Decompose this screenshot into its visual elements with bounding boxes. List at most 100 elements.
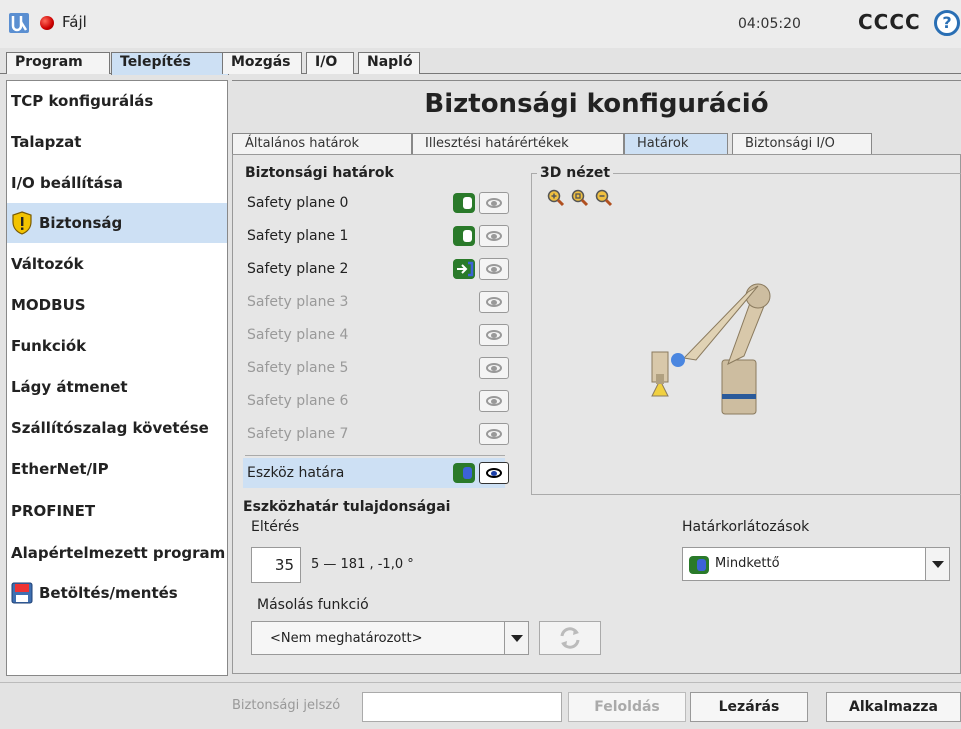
visibility-eye-icon[interactable]	[479, 423, 509, 445]
safety-plane-label: Safety plane 3	[247, 294, 349, 310]
safety-plane-row[interactable]: Safety plane 5	[243, 353, 509, 383]
sidebar-item-label: MODBUS	[11, 296, 86, 314]
sidebar-item-label: Funkciók	[11, 337, 87, 355]
sub-tabs: Általános határok Illesztési határértéke…	[232, 133, 961, 155]
mode-switch-icon[interactable]	[453, 259, 475, 279]
robot-name: CCCC	[858, 10, 921, 34]
deviation-label: Eltérés	[251, 519, 300, 535]
boundaries-panel: Biztonsági határok Safety plane 0 Safety…	[232, 154, 961, 674]
limit-restrictions-value: Mindkettő	[715, 556, 780, 571]
tab-safety-io[interactable]: Biztonsági I/O	[732, 133, 872, 155]
sidebar-item-ethernet-ip[interactable]: EtherNet/IP	[7, 449, 227, 489]
robot-status-icon[interactable]	[40, 16, 54, 30]
tool-limit-label: Eszköz határa	[247, 465, 345, 481]
deviation-range: 5 — 181 , -1,0 °	[311, 557, 414, 572]
main-content: Biztonsági konfiguráció Általános határo…	[232, 80, 961, 676]
clock: 04:05:20	[738, 16, 801, 32]
sidebar-item-profinet[interactable]: PROFINET	[7, 491, 227, 531]
main-tabs: Program Telepítés Mozgás I/O Napló	[0, 50, 961, 75]
sidebar-item-label: PROFINET	[11, 502, 96, 520]
sidebar-item-mounting[interactable]: Talapzat	[7, 122, 227, 162]
deviation-input[interactable]: 35	[251, 547, 301, 583]
safety-plane-label: Safety plane 1	[247, 228, 349, 244]
copy-feature-select[interactable]: <Nem meghatározott>	[251, 621, 529, 655]
copy-feature-value: <Nem meghatározott>	[270, 631, 423, 646]
safety-plane-label: Safety plane 0	[247, 195, 349, 211]
tool-limit-row[interactable]: Eszköz határa	[243, 458, 509, 488]
tool-limit-properties-title: Eszközhatár tulajdonságai	[243, 499, 451, 515]
sidebar-item-label: I/O beállítása	[11, 174, 123, 192]
tab-move[interactable]: Mozgás	[222, 52, 302, 74]
ur-logo-icon	[9, 13, 29, 33]
visibility-eye-icon[interactable]	[479, 192, 509, 214]
sidebar-item-label: EtherNet/IP	[11, 460, 109, 478]
chevron-down-icon[interactable]	[504, 622, 528, 654]
refresh-icon	[560, 627, 580, 649]
sidebar-item-tcp[interactable]: TCP konfigurálás	[7, 81, 227, 121]
sidebar-item-load-save[interactable]: Betöltés/mentés	[7, 575, 227, 611]
zoom-in-icon[interactable]	[547, 189, 565, 207]
safety-plane-row[interactable]: Safety plane 3	[243, 287, 509, 317]
safety-plane-row[interactable]: Safety plane 0	[243, 188, 509, 218]
sidebar-item-features[interactable]: Funkciók	[7, 326, 227, 366]
file-menu[interactable]: Fájl	[62, 13, 87, 31]
sidebar-item-default-program[interactable]: Alapértelmezett program	[7, 531, 227, 575]
safety-password-input[interactable]	[362, 692, 562, 722]
sidebar: TCP konfigurálás Talapzat I/O beállítása…	[6, 80, 228, 676]
safety-plane-row[interactable]: Safety plane 4	[243, 320, 509, 350]
sidebar-item-io-setup[interactable]: I/O beállítása	[7, 163, 227, 203]
safety-plane-label: Safety plane 7	[247, 426, 349, 442]
safety-plane-label: Safety plane 6	[247, 393, 349, 409]
sidebar-item-smooth-transition[interactable]: Lágy átmenet	[7, 367, 227, 407]
sidebar-item-variables[interactable]: Változók	[7, 244, 227, 284]
zoom-out-icon[interactable]	[595, 189, 613, 207]
3d-view[interactable]	[531, 173, 961, 495]
chevron-down-icon[interactable]	[925, 548, 949, 580]
zoom-fit-icon[interactable]	[571, 189, 589, 207]
save-disk-icon	[11, 582, 33, 604]
tab-general-limits[interactable]: Általános határok	[232, 133, 412, 155]
page-title: Biztonsági konfiguráció	[424, 89, 769, 119]
tab-boundaries[interactable]: Határok	[624, 133, 728, 155]
visibility-eye-icon[interactable]	[479, 462, 509, 484]
safety-limits-title: Biztonsági határok	[245, 165, 394, 181]
limit-restrictions-select[interactable]: Mindkettő	[682, 547, 950, 581]
safety-plane-row[interactable]: Safety plane 1	[243, 221, 509, 251]
plane-toggle-icon[interactable]	[453, 226, 475, 246]
sidebar-item-modbus[interactable]: MODBUS	[7, 285, 227, 325]
plane-toggle-icon[interactable]	[453, 193, 475, 213]
visibility-eye-icon[interactable]	[479, 291, 509, 313]
visibility-eye-icon[interactable]	[479, 324, 509, 346]
sidebar-item-label: Talapzat	[11, 133, 82, 151]
sidebar-item-safety[interactable]: Biztonság	[7, 203, 227, 243]
sidebar-item-label: Változók	[11, 255, 84, 273]
tab-program[interactable]: Program	[6, 52, 110, 74]
tab-io[interactable]: I/O	[306, 52, 354, 74]
refresh-button[interactable]	[539, 621, 601, 655]
tab-installation[interactable]: Telepítés	[111, 52, 229, 75]
visibility-eye-icon[interactable]	[479, 258, 509, 280]
safety-plane-label: Safety plane 4	[247, 327, 349, 343]
apply-button[interactable]: Alkalmazza	[826, 692, 961, 722]
unlock-button[interactable]: Feloldás	[568, 692, 686, 722]
robot-arm-render	[651, 283, 771, 415]
sidebar-item-label: Lágy átmenet	[11, 378, 128, 396]
sidebar-item-label: Szállítószalag követése	[11, 419, 209, 437]
tab-log[interactable]: Napló	[358, 52, 420, 74]
sidebar-item-conveyor[interactable]: Szállítószalag követése	[7, 408, 227, 448]
help-icon[interactable]: ?	[934, 10, 960, 36]
lock-button[interactable]: Lezárás	[690, 692, 808, 722]
safety-plane-row[interactable]: Safety plane 6	[243, 386, 509, 416]
safety-plane-row[interactable]: Safety plane 7	[243, 419, 509, 449]
copy-feature-label: Másolás funkció	[257, 597, 369, 613]
restriction-mode-icon	[689, 556, 709, 574]
sidebar-item-label: Biztonság	[39, 214, 123, 232]
tool-limit-toggle-icon[interactable]	[453, 463, 475, 483]
bottom-bar: Biztonsági jelszó Feloldás Lezárás Alkal…	[0, 682, 961, 729]
visibility-eye-icon[interactable]	[479, 225, 509, 247]
safety-plane-row[interactable]: Safety plane 2	[243, 254, 509, 284]
visibility-eye-icon[interactable]	[479, 357, 509, 379]
visibility-eye-icon[interactable]	[479, 390, 509, 412]
tab-joint-limits[interactable]: Illesztési határértékek	[412, 133, 624, 155]
sidebar-item-label: Alapértelmezett program	[11, 544, 226, 562]
